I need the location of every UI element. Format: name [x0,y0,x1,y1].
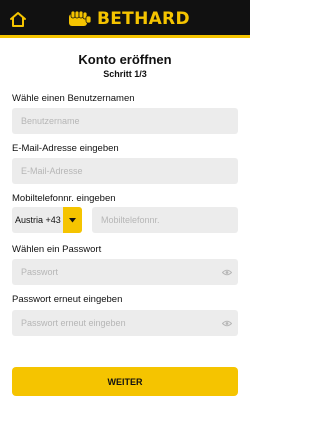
email-label: E-Mail-Adresse eingeben [12,143,119,154]
password-repeat-label: Passwort erneut eingeben [12,294,123,305]
dropdown-toggle[interactable] [63,207,82,233]
home-button[interactable] [8,9,28,29]
eye-icon [222,320,232,326]
eye-icon [222,269,232,275]
username-label: Wähle einen Benutzernamen [12,93,135,104]
page-title: Konto eröffnen [78,52,172,67]
fist-icon [69,10,92,26]
phone-input[interactable] [92,207,238,233]
country-code-value: Austria +43 [15,215,61,225]
step-indicator: Schritt 1/3 [103,69,147,79]
password-label: Wählen ein Passwort [12,244,102,255]
brand-name: BETHARD [97,9,190,29]
country-code-select[interactable]: Austria +43 [12,207,82,233]
brand-logo[interactable]: BETHARD [68,8,190,30]
username-input[interactable] [12,108,238,134]
top-bar: BETHARD [0,0,250,38]
email-input[interactable] [12,158,238,184]
caret-down-icon [69,217,76,222]
continue-button[interactable]: WEITER [12,367,238,396]
password-repeat-input[interactable] [12,310,238,336]
password-repeat-visibility-toggle[interactable] [222,319,232,327]
password-visibility-toggle[interactable] [222,268,232,276]
phone-label: Mobiltelefonnr. eingeben [12,193,116,204]
password-input[interactable] [12,259,238,285]
home-icon [10,11,26,27]
